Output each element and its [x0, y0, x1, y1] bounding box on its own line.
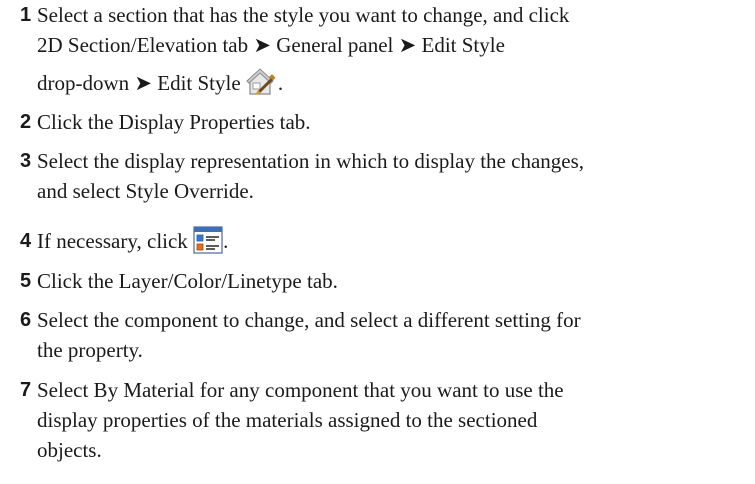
step-text: drop-down ➤ Edit Style	[37, 71, 241, 95]
step-4: 4 If necessary, click .	[0, 226, 228, 262]
step-number: 3	[20, 150, 32, 172]
step-3: 3 Select the display representation in w…	[0, 146, 584, 206]
display-properties-icon	[193, 226, 223, 262]
step-text-line: Select By Material for any component tha…	[37, 378, 564, 402]
step-5: 5 Click the Layer/Color/Linetype tab.	[0, 266, 338, 296]
step-text-line: display properties of the materials assi…	[37, 408, 538, 432]
step-text-end: .	[223, 229, 229, 253]
step-number: 6	[20, 309, 32, 331]
step-text-line: Click the Display Properties tab.	[37, 110, 311, 134]
step-7: 7 Select By Material for any component t…	[0, 375, 564, 465]
step-number: 4	[20, 230, 32, 252]
step-1: 1 Select a section that has the style yo…	[0, 0, 569, 104]
step-text-line-with-icon: If necessary, click .	[37, 226, 228, 262]
step-text-line: objects.	[37, 438, 102, 462]
step-text: If necessary, click	[37, 229, 188, 253]
step-number: 1	[20, 4, 32, 26]
step-text-end: .	[277, 71, 284, 95]
step-text-line: Select a section that has the style you …	[37, 3, 570, 27]
step-text-line-with-icon: drop-down ➤ Edit Style .	[37, 68, 569, 104]
step-number: 5	[20, 270, 32, 292]
step-number: 7	[20, 379, 32, 401]
step-text-line: the property.	[37, 338, 143, 362]
step-number: 2	[20, 111, 32, 133]
step-2: 2 Click the Display Properties tab.	[0, 107, 311, 137]
step-text-line: Select the display representation in whi…	[37, 149, 585, 173]
step-text-line: 2D Section/Elevation tab ➤ General panel…	[37, 33, 505, 57]
step-text-line: and select Style Override.	[37, 179, 254, 203]
step-text-line: Click the Layer/Color/Linetype tab.	[37, 269, 338, 293]
step-text-line: Select the component to change, and sele…	[37, 308, 581, 332]
step-6: 6 Select the component to change, and se…	[0, 305, 581, 365]
edit-style-icon	[246, 68, 278, 104]
